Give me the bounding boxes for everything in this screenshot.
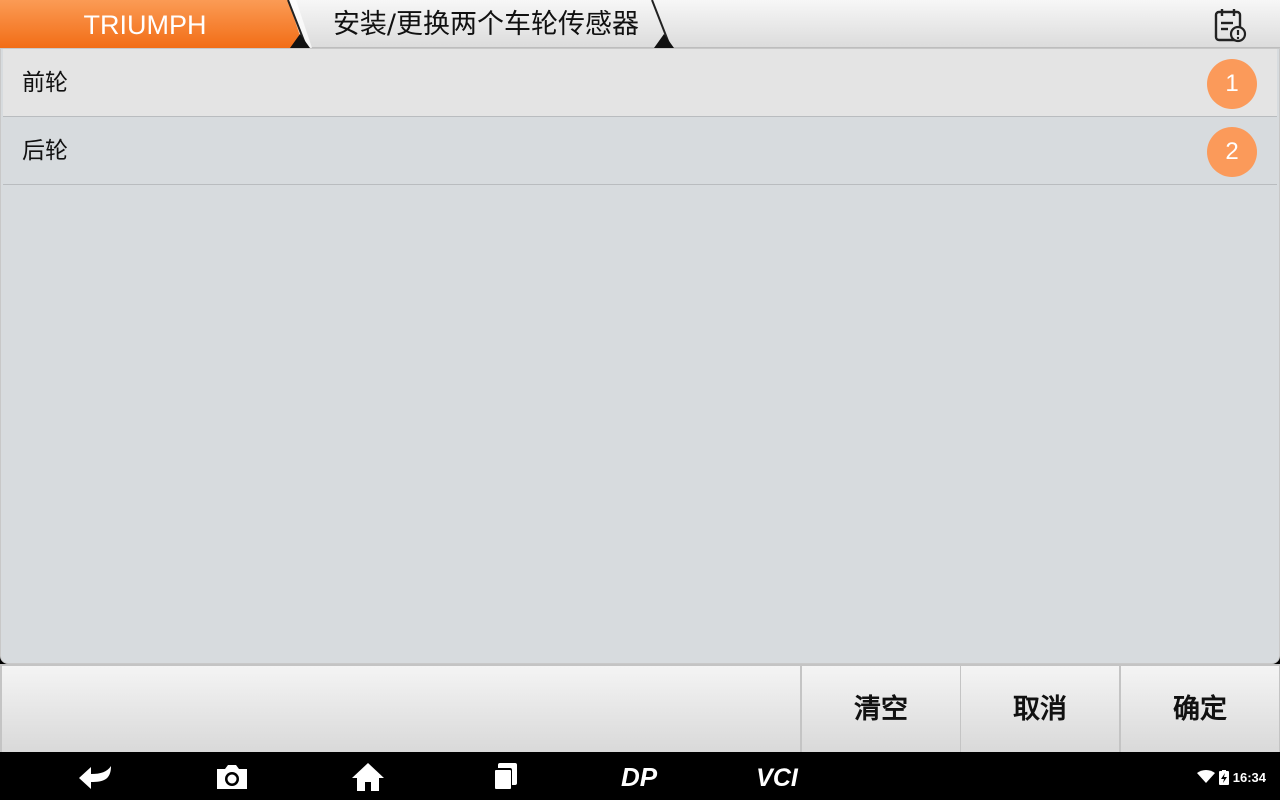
- clear-button[interactable]: 清空: [802, 666, 960, 752]
- list-item-front-wheel[interactable]: 前轮 1: [3, 49, 1277, 117]
- vci-icon: VCI: [756, 764, 799, 791]
- list-item-label: 前轮: [22, 70, 68, 96]
- recent-apps-button[interactable]: [479, 758, 529, 796]
- svg-text:DP: DP: [621, 763, 658, 791]
- back-button[interactable]: [72, 758, 122, 796]
- bottom-toolbar: 清空 取消 确定: [0, 664, 1280, 752]
- status-area: 16:34: [1196, 766, 1266, 788]
- battery-charging-icon: [1218, 769, 1229, 785]
- list-item-badge: 2: [1207, 127, 1257, 177]
- list-item-rear-wheel[interactable]: 后轮 2: [3, 117, 1277, 185]
- toolbar-spacer: [2, 666, 800, 752]
- recent-apps-icon: [493, 763, 517, 791]
- back-icon: [79, 766, 111, 789]
- report-button[interactable]: [1208, 4, 1252, 46]
- dp-icon: DP: [621, 763, 658, 791]
- home-icon: [352, 763, 384, 791]
- sensor-list-panel: 前轮 1 后轮 2: [0, 48, 1280, 664]
- dp-button[interactable]: DP: [606, 758, 672, 796]
- clock: 16:34: [1232, 769, 1266, 785]
- screenshot-button[interactable]: [207, 758, 257, 796]
- breadcrumb-page-title: 安装/更换两个车轮传感器: [332, 9, 640, 40]
- report-calendar-icon: [1214, 9, 1247, 43]
- system-nav-bar: DP VCI 16:34: [0, 752, 1280, 800]
- breadcrumb-brand[interactable]: TRIUMPH: [0, 0, 310, 48]
- home-button[interactable]: [343, 758, 393, 796]
- cancel-button[interactable]: 取消: [961, 666, 1119, 752]
- wifi-icon: [1196, 770, 1215, 783]
- camera-icon: [217, 765, 247, 789]
- svg-text:VCI: VCI: [756, 764, 799, 791]
- vci-button[interactable]: VCI: [742, 758, 812, 796]
- ok-button[interactable]: 确定: [1121, 666, 1279, 752]
- header-bar: TRIUMPH 安装/更换两个车轮传感器: [0, 0, 1280, 48]
- list-item-badge: 1: [1207, 59, 1257, 109]
- list-item-label: 后轮: [22, 138, 68, 164]
